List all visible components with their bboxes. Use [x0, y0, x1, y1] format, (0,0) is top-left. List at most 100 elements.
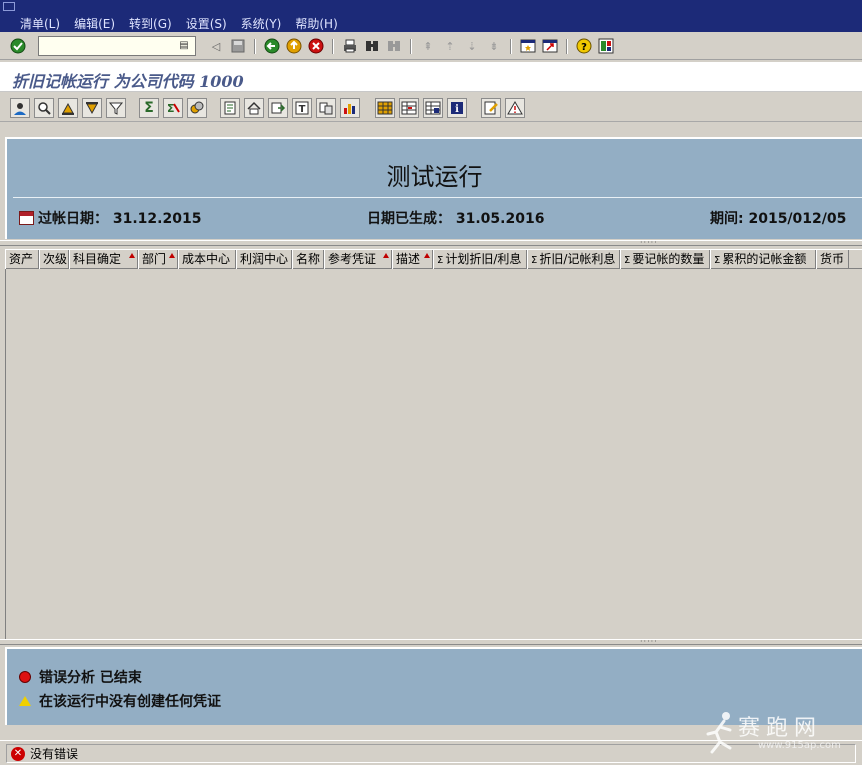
grid-body — [5, 269, 862, 639]
first-page-icon: ⇞ — [423, 39, 433, 53]
menu-settings[interactable]: 设置(S) — [186, 15, 227, 32]
select-detail-icon[interactable] — [34, 98, 54, 118]
print-preview-icon[interactable] — [220, 98, 240, 118]
column-label: 名称 — [296, 252, 321, 266]
save-layout-icon[interactable] — [423, 98, 443, 118]
generated-date: 日期已生成： 31.05.2016 — [367, 211, 545, 227]
enter-icon[interactable] — [9, 37, 27, 55]
prev-page-icon: ⇡ — [445, 39, 455, 53]
column-label: 折旧/记帐利息 — [539, 252, 616, 266]
local-file-icon[interactable] — [316, 98, 336, 118]
print-icon[interactable] — [341, 37, 359, 55]
help-icon[interactable]: ? — [575, 37, 593, 55]
subtotal-icon[interactable]: Σ — [163, 98, 183, 118]
column-header[interactable]: 货币 — [816, 250, 849, 269]
graphic-icon[interactable] — [340, 98, 360, 118]
posting-date: 过帐日期： 31.12.2015 — [38, 211, 202, 227]
exit-icon[interactable] — [285, 37, 303, 55]
period: 期间: 2015/012/05 — [710, 211, 847, 227]
header-splitter[interactable]: ····· — [0, 238, 862, 247]
watermark-brand: 赛跑网 — [738, 716, 823, 741]
column-header[interactable]: 名称 — [292, 250, 324, 269]
menu-edit[interactable]: 编辑(E) — [74, 15, 115, 32]
word-processing-icon[interactable]: T — [292, 98, 312, 118]
menu-help[interactable]: 帮助(H) — [295, 15, 337, 32]
column-header[interactable]: 资产 — [5, 250, 39, 269]
menu-bar: 清单(L) 编辑(E) 转到(G) 设置(S) 系统(Y) 帮助(H) — [0, 0, 862, 32]
filter-icon[interactable] — [106, 98, 126, 118]
error-light-icon — [19, 671, 31, 683]
title-bar: 折旧记帐运行 为公司代码 1000 — [0, 62, 862, 92]
sum-icon: Σ — [531, 255, 538, 266]
column-header[interactable]: 成本中心 — [178, 250, 236, 269]
column-label: 次级 — [43, 252, 68, 266]
splitter-grip-icon: ····· — [640, 238, 658, 247]
sum-icon: Σ — [714, 255, 721, 266]
column-label: 要记帐的数量 — [632, 252, 705, 266]
column-header[interactable]: Σ 要记帐的数量 — [620, 250, 710, 269]
change-layout-icon[interactable] — [399, 98, 419, 118]
column-label: 部门 — [142, 252, 167, 266]
message-text: 错误分析 已结束 — [39, 670, 142, 686]
details-icon[interactable] — [10, 98, 30, 118]
total-icon[interactable]: Σ — [139, 98, 159, 118]
column-header[interactable]: 次级 — [39, 250, 69, 269]
column-header[interactable]: Σ 折旧/记帐利息 — [527, 250, 620, 269]
cancel-icon[interactable] — [307, 37, 325, 55]
menu-list[interactable]: 清单(L) — [20, 15, 60, 32]
last-page-icon: ⇟ — [489, 39, 499, 53]
column-header[interactable]: Σ 计划折旧/利息 — [433, 250, 527, 269]
header-divider — [13, 197, 862, 198]
calendar-icon — [19, 211, 34, 225]
column-header[interactable]: 利润中心 — [236, 250, 292, 269]
column-header[interactable]: Σ 累积的记帐金额 — [710, 250, 816, 269]
column-label: 科目确定 — [73, 252, 122, 266]
system-menu-icon[interactable] — [3, 2, 15, 11]
find-next-icon — [385, 37, 403, 55]
sort-descending-icon[interactable] — [82, 98, 102, 118]
find-icon[interactable] — [363, 37, 381, 55]
change-document-icon[interactable] — [481, 98, 501, 118]
export-icon[interactable] — [268, 98, 288, 118]
column-label: 利润中心 — [240, 252, 289, 266]
column-header[interactable]: 参考凭证 — [324, 250, 392, 269]
mail-recipient-icon[interactable] — [244, 98, 264, 118]
choose-layout-icon[interactable] — [375, 98, 395, 118]
save-icon — [229, 37, 247, 55]
sort-marker-icon — [169, 253, 175, 258]
information-icon[interactable]: i — [447, 98, 467, 118]
next-page-icon: ⇣ — [467, 39, 477, 53]
sort-marker-icon — [129, 253, 135, 258]
command-field[interactable] — [38, 36, 196, 56]
new-session-icon[interactable] — [519, 37, 537, 55]
column-label: 计划折旧/利息 — [445, 252, 522, 266]
column-header[interactable]: 描述 — [392, 250, 433, 269]
command-history-icon[interactable]: ▤ — [178, 39, 190, 53]
column-label: 累积的记帐金额 — [722, 252, 807, 266]
svg-text:Σ: Σ — [167, 102, 175, 115]
sort-ascending-icon[interactable] — [58, 98, 78, 118]
menu-system[interactable]: 系统(Y) — [241, 15, 282, 32]
collapse-icon[interactable]: ◁ — [207, 37, 225, 55]
messages-splitter[interactable]: ····· — [0, 638, 862, 646]
currency-icon[interactable] — [187, 98, 207, 118]
standard-toolbar: ▤ ◁ ⇞ ⇡ ⇣ ⇟ ? — [0, 32, 862, 60]
column-header[interactable]: 部门 — [138, 250, 178, 269]
column-label: 货币 — [820, 252, 845, 266]
sort-marker-icon — [383, 253, 389, 258]
watermark: 赛跑网 www.915ap.com — [706, 708, 856, 756]
column-label: 资产 — [9, 252, 34, 266]
warning-log-icon[interactable] — [505, 98, 525, 118]
back-icon[interactable] — [263, 37, 281, 55]
svg-text:i: i — [455, 104, 459, 115]
menu-goto[interactable]: 转到(G) — [129, 15, 172, 32]
layout-icon[interactable] — [597, 37, 615, 55]
column-label: 描述 — [396, 252, 421, 266]
sort-marker-icon — [424, 253, 430, 258]
column-label: 参考凭证 — [328, 252, 377, 266]
shortcut-icon[interactable] — [541, 37, 559, 55]
message-warning: 在该运行中没有创建任何凭证 — [19, 691, 221, 711]
error-icon: ✕ — [11, 746, 25, 761]
column-header[interactable]: 科目确定 — [69, 250, 138, 269]
sum-icon: Σ — [437, 255, 444, 266]
